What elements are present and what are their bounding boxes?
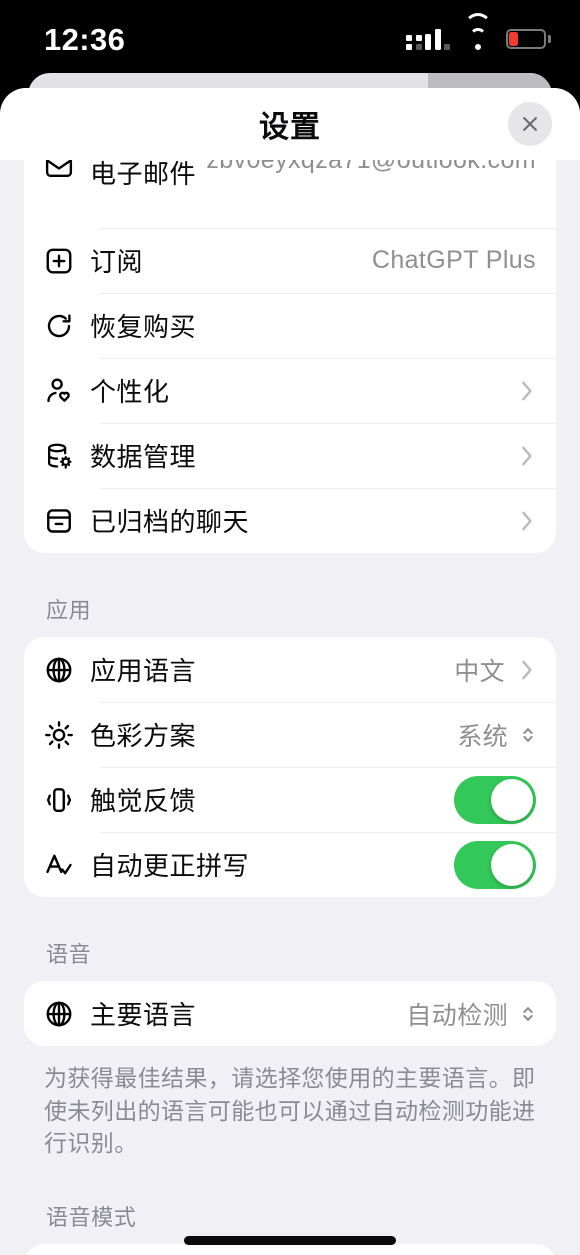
row-primary-language[interactable]: 主要语言 自动检测 bbox=[24, 981, 556, 1046]
refresh-icon bbox=[44, 311, 90, 341]
row-value: 系统 bbox=[457, 722, 508, 751]
status-indicators bbox=[406, 12, 551, 50]
row-label: 主要语言 bbox=[90, 1000, 197, 1030]
row-label: 个性化 bbox=[90, 377, 170, 407]
row-autocorrect-spelling[interactable]: 自动更正拼写 bbox=[24, 832, 556, 897]
globe-icon bbox=[44, 999, 90, 1029]
home-indicator bbox=[184, 1236, 396, 1245]
person-heart-icon bbox=[44, 376, 90, 406]
app-settings-card: 应用语言 中文 色彩方案 系统 触觉反馈 自动更正拼写 bbox=[24, 637, 556, 897]
row-subscription[interactable]: 订阅 ChatGPT Plus bbox=[24, 228, 556, 293]
row-label: 触觉反馈 bbox=[90, 786, 197, 816]
wifi-icon bbox=[464, 12, 492, 50]
archive-icon bbox=[44, 506, 90, 536]
row-value: ChatGPT Plus bbox=[371, 246, 536, 274]
plus-square-icon bbox=[44, 246, 90, 276]
autocorrect-spelling-toggle[interactable] bbox=[454, 840, 536, 889]
battery-low-icon bbox=[506, 29, 551, 49]
voice-mode-card: 声音 Cove bbox=[24, 1243, 556, 1255]
settings-sheet: 设置 电子邮件 zbv0eyxqza71@outlook.com 订阅 Chat… bbox=[0, 88, 580, 1255]
status-time: 12:36 bbox=[44, 21, 126, 57]
row-restore-purchases[interactable]: 恢复购买 bbox=[24, 293, 556, 358]
close-button[interactable] bbox=[508, 102, 552, 146]
haptic-feedback-toggle[interactable] bbox=[454, 775, 536, 824]
status-bar: 12:36 bbox=[0, 0, 580, 78]
row-label: 订阅 bbox=[90, 247, 144, 277]
mail-icon bbox=[44, 160, 90, 182]
row-voice[interactable]: 声音 Cove bbox=[24, 1244, 556, 1255]
sheet-header: 设置 bbox=[0, 88, 580, 160]
row-label: 电子邮件 bbox=[90, 160, 197, 189]
cellular-signal-icon bbox=[406, 28, 450, 50]
row-archived-chats[interactable]: 已归档的聊天 bbox=[24, 488, 556, 553]
row-haptic-feedback[interactable]: 触觉反馈 bbox=[24, 767, 556, 832]
phone-screen: 12:36 设置 电子邮件 zbv0eyxqza71@outlook.com 订… bbox=[0, 0, 580, 1255]
row-app-language[interactable]: 应用语言 中文 bbox=[24, 637, 556, 702]
row-label: 色彩方案 bbox=[90, 721, 197, 751]
section-label-app: 应用 bbox=[46, 598, 92, 623]
chevron-right-icon bbox=[519, 656, 536, 684]
settings-scroll-area[interactable]: 电子邮件 zbv0eyxqza71@outlook.com 订阅 ChatGPT… bbox=[0, 160, 580, 1255]
row-label: 恢复购买 bbox=[90, 312, 197, 342]
chevron-up-down-icon bbox=[520, 722, 536, 748]
chevron-right-icon bbox=[519, 507, 536, 535]
row-label: 已归档的聊天 bbox=[90, 507, 250, 537]
spellcheck-icon bbox=[44, 850, 90, 880]
page-title: 设置 bbox=[259, 111, 321, 144]
row-email[interactable]: 电子邮件 zbv0eyxqza71@outlook.com bbox=[24, 160, 556, 228]
voice-settings-card: 主要语言 自动检测 bbox=[24, 981, 556, 1046]
close-icon bbox=[523, 117, 537, 131]
chevron-right-icon bbox=[519, 377, 536, 405]
row-personalization[interactable]: 个性化 bbox=[24, 358, 556, 423]
row-value: 中文 bbox=[454, 657, 505, 686]
row-color-scheme[interactable]: 色彩方案 系统 bbox=[24, 702, 556, 767]
section-label-voice: 语音 bbox=[46, 942, 92, 967]
voice-section-footnote: 为获得最佳结果，请选择您使用的主要语言。即使未列出的语言可能也可以通过自动检测功… bbox=[44, 1065, 536, 1157]
row-label: 数据管理 bbox=[90, 442, 197, 472]
vibrate-icon bbox=[44, 785, 90, 815]
row-label: 自动更正拼写 bbox=[90, 851, 250, 881]
globe-icon bbox=[44, 655, 90, 685]
sun-icon bbox=[44, 720, 90, 750]
chevron-right-icon bbox=[519, 442, 536, 470]
row-value: zbv0eyxqza71@outlook.com bbox=[206, 160, 536, 174]
row-label: 应用语言 bbox=[90, 656, 197, 686]
row-data-controls[interactable]: 数据管理 bbox=[24, 423, 556, 488]
account-settings-card: 电子邮件 zbv0eyxqza71@outlook.com 订阅 ChatGPT… bbox=[24, 160, 556, 553]
database-gear-icon bbox=[44, 441, 90, 471]
chevron-up-down-icon bbox=[520, 1001, 536, 1027]
row-value: 自动检测 bbox=[406, 1001, 508, 1030]
